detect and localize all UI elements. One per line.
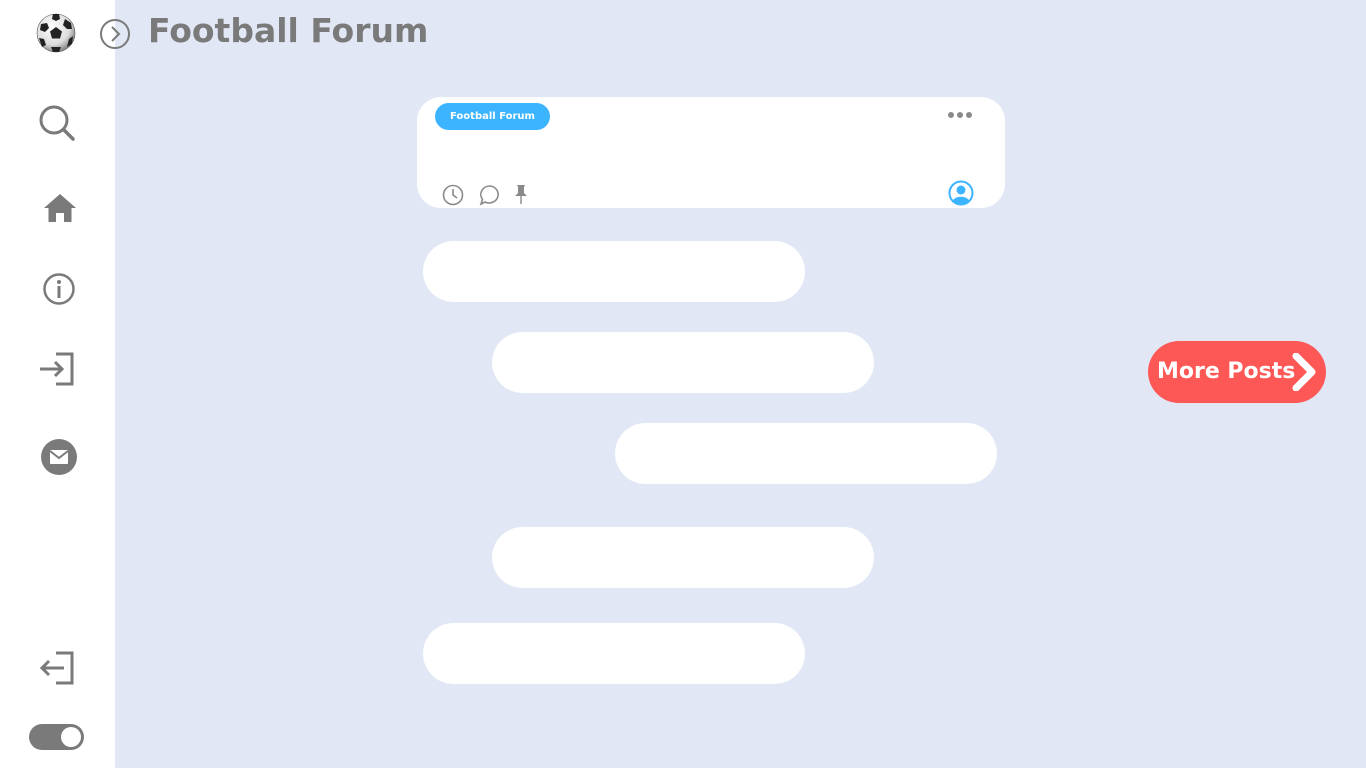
- post-placeholder[interactable]: [423, 623, 805, 684]
- info-icon[interactable]: [42, 272, 76, 306]
- post-placeholder[interactable]: [492, 527, 874, 588]
- logout-icon[interactable]: [38, 651, 76, 685]
- comment-icon[interactable]: [479, 184, 501, 206]
- user-avatar-icon[interactable]: [948, 180, 974, 206]
- page-title: Football Forum: [148, 11, 429, 50]
- forum-tag[interactable]: Football Forum: [435, 103, 550, 130]
- mail-icon[interactable]: [41, 439, 77, 475]
- post-card[interactable]: Football Forum: [417, 97, 1005, 208]
- home-icon[interactable]: [43, 193, 77, 223]
- more-dots-icon[interactable]: [945, 107, 975, 123]
- pin-icon[interactable]: [514, 184, 528, 206]
- login-icon[interactable]: [38, 352, 76, 386]
- search-icon[interactable]: [38, 104, 78, 144]
- post-placeholder[interactable]: [423, 241, 805, 302]
- theme-toggle[interactable]: [29, 724, 84, 750]
- chevron-right-circle-icon[interactable]: [99, 18, 131, 50]
- post-placeholder[interactable]: [492, 332, 874, 393]
- more-posts-label: More Posts: [1157, 359, 1296, 384]
- chevron-right-icon: [1292, 353, 1316, 391]
- clock-icon: [442, 184, 464, 206]
- sidebar: [0, 0, 115, 768]
- soccer-ball-icon: [36, 13, 76, 53]
- toggle-knob: [61, 727, 81, 747]
- post-placeholder[interactable]: [615, 423, 997, 484]
- more-posts-button[interactable]: More Posts: [1148, 341, 1326, 403]
